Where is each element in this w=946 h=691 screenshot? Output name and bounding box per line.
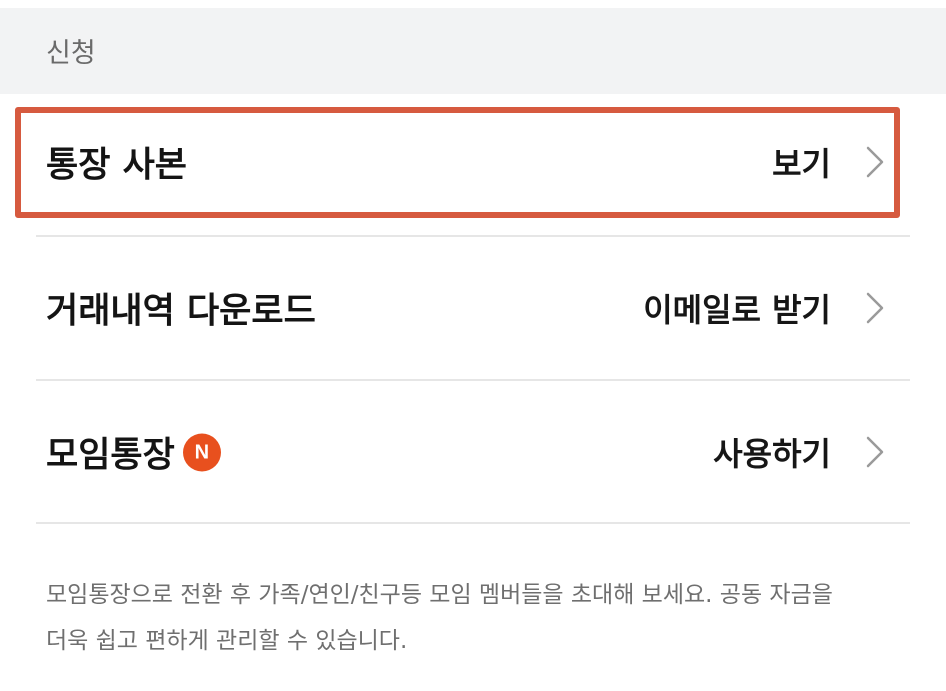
transaction-download-row[interactable]: 거래내역 다운로드 이메일로 받기	[0, 237, 946, 379]
account-copy-label: 통장 사본	[46, 145, 187, 186]
chevron-right-icon	[866, 436, 884, 468]
chevron-right-icon	[866, 292, 884, 324]
account-copy-row[interactable]: 통장 사본 보기	[0, 91, 946, 233]
note-line-1: 모임통장으로 전환 후 가족/연인/친구등 모임 멤버들을 초대해 보세요. 공…	[46, 582, 833, 608]
section-title: 신청	[46, 38, 96, 69]
screen: 신청 통장 사본 보기 거래내역 다운로드 이메일로 받기 모임통장 N 사용하…	[0, 0, 946, 691]
transaction-download-label: 거래내역 다운로드	[46, 291, 316, 332]
section-header: 신청	[0, 8, 946, 94]
group-account-label: 모임통장	[46, 435, 175, 476]
new-badge: N	[182, 433, 221, 471]
note-line-2: 더욱 쉽고 편하게 관리할 수 있습니다.	[46, 628, 408, 654]
group-account-note: 모임통장으로 전환 후 가족/연인/친구등 모임 멤버들을 초대해 보세요. 공…	[46, 572, 906, 664]
group-account-label-wrap: 모임통장 N	[46, 427, 221, 478]
divider	[36, 522, 910, 524]
chevron-right-icon	[866, 146, 884, 178]
view-button[interactable]: 보기	[772, 139, 831, 185]
group-account-row[interactable]: 모임통장 N 사용하기	[0, 381, 946, 523]
use-button[interactable]: 사용하기	[713, 429, 831, 475]
email-receive-button[interactable]: 이메일로 받기	[643, 285, 831, 331]
